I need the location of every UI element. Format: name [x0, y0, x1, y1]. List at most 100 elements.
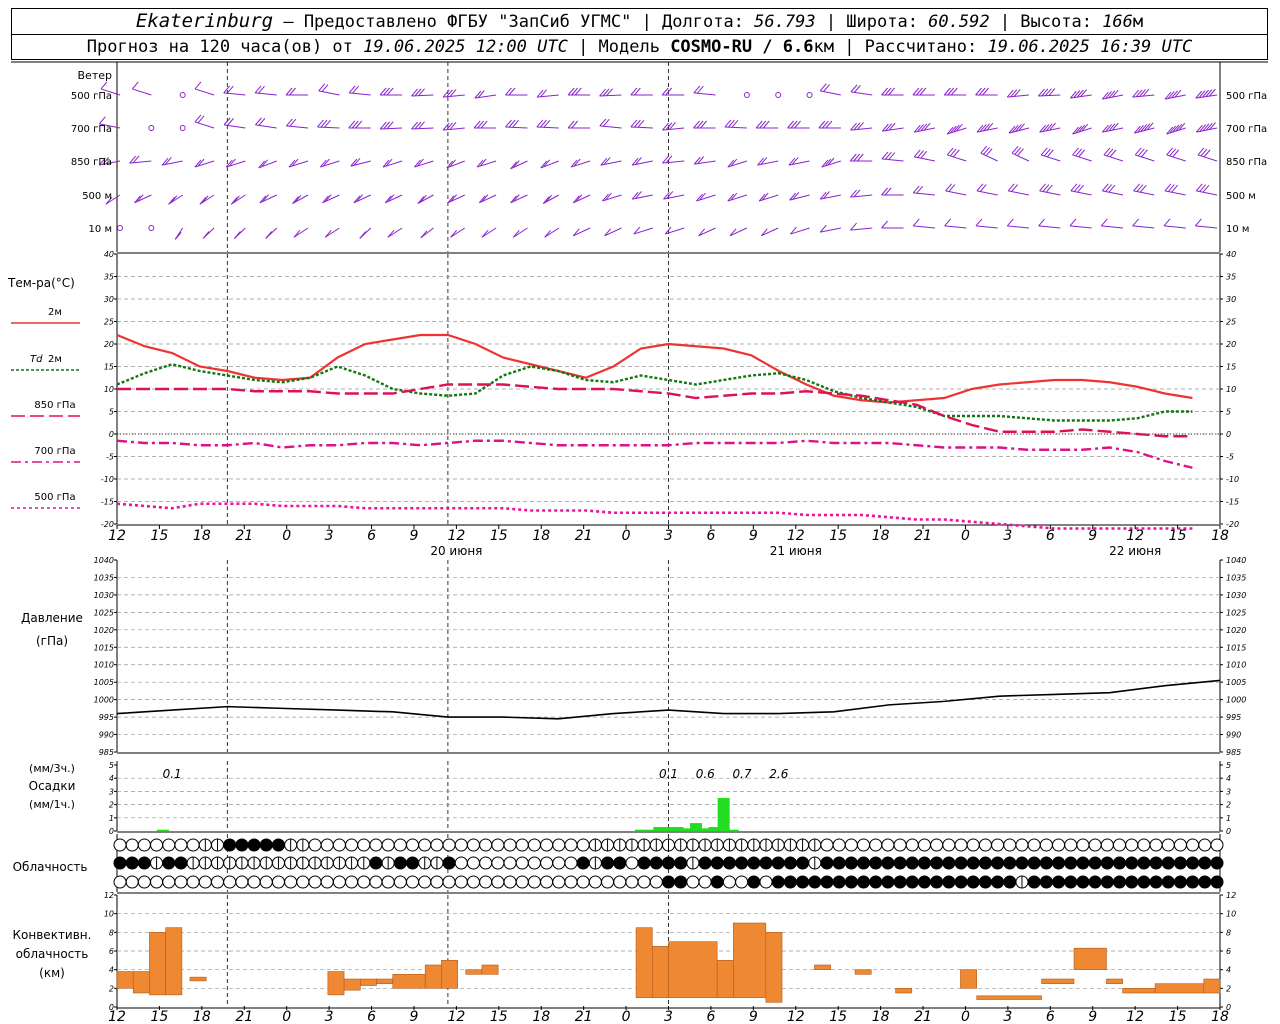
wind-barb-shaft	[385, 194, 403, 204]
wind-barb-shaft	[850, 127, 873, 131]
ytick-label-right: 10	[1226, 385, 1236, 394]
wind-barb-feather	[881, 187, 888, 196]
cloud-cover-marker	[905, 838, 919, 852]
cloud-cover-marker	[381, 875, 395, 889]
xtick-label-bottom: 15	[1169, 1009, 1187, 1024]
cloud-cover-marker	[552, 875, 566, 889]
wind-barb-shaft	[1103, 154, 1124, 162]
wind-barb-feather	[289, 87, 296, 96]
cloud-cover-marker	[1210, 875, 1224, 889]
ytick-label-left: 35	[104, 273, 114, 282]
cloud-cover-marker	[905, 875, 919, 889]
wind-barb-feather	[888, 87, 895, 96]
convective-bar	[651, 946, 669, 998]
ytick-label-right: 2	[1226, 801, 1231, 810]
wind-barb-feather	[853, 122, 861, 131]
wind-barb-shaft	[1196, 190, 1218, 196]
ytick-label-left: 40	[104, 250, 114, 259]
precip-label: 0.1	[659, 767, 678, 781]
pressure-unit: (гПа)	[36, 634, 68, 648]
cloud-cover-marker	[162, 838, 176, 852]
cloud-cover-marker	[1112, 856, 1126, 870]
wind-level-label-left: 850 гПа	[71, 157, 112, 168]
ytick-label-right: 4	[1226, 966, 1231, 975]
wind-calm-marker	[179, 92, 186, 98]
ytick-label-left: 25	[104, 318, 114, 327]
conv-unit: (км)	[39, 966, 65, 980]
xtick-label-temp: 12	[447, 528, 465, 544]
wind-barb-shaft	[1011, 152, 1030, 162]
wind-barb-feather	[1006, 89, 1014, 98]
cloud-cover-marker	[406, 875, 420, 889]
cloud-cover-marker	[296, 875, 310, 889]
cloud-cover-marker	[576, 838, 590, 852]
wind-barb-feather	[473, 120, 481, 129]
date-label: 20 июня	[430, 544, 482, 558]
xtick-label-temp: 6	[1046, 528, 1055, 544]
wind-barb-shaft	[913, 225, 935, 229]
cloud-cover-marker	[259, 875, 273, 889]
cloud-cover-marker	[259, 838, 273, 852]
wind-barb-feather	[975, 87, 982, 96]
cloud-cover-marker	[991, 838, 1005, 852]
ytick-label-right: 1030	[1226, 591, 1246, 600]
ytick-label-left: -20	[101, 520, 114, 529]
ytick-label-left: 15	[104, 363, 114, 372]
legend-label: 850 гПа	[34, 400, 75, 411]
wind-barb-feather	[794, 120, 801, 129]
wind-barb-feather	[1132, 218, 1140, 227]
cloud-cover-marker	[698, 875, 712, 889]
cloud-cover-marker	[406, 856, 420, 870]
cloud-cover-marker	[930, 875, 944, 889]
cloud-cover-marker	[247, 838, 261, 852]
wind-barb-shaft	[724, 126, 747, 129]
cloud-cover-marker	[515, 856, 529, 870]
wind-barb-feather	[359, 231, 367, 239]
wind-barb-feather	[1038, 218, 1045, 227]
xtick-label-temp: 0	[622, 528, 631, 544]
ytick-label-left: 5	[109, 408, 114, 417]
cloud-cover-marker	[503, 856, 517, 870]
convective-bar	[424, 964, 442, 989]
ytick-label-right: 10	[1226, 910, 1236, 919]
wind-barb-shaft	[1197, 154, 1218, 162]
cloud-cover-marker	[1186, 875, 1200, 889]
convective-bar	[733, 922, 767, 998]
cloud-cover-marker	[662, 875, 675, 889]
wind-calm-marker	[179, 125, 186, 131]
cloud-cover-marker	[454, 856, 468, 870]
cloud-cover-marker	[1100, 856, 1114, 870]
convective-bar	[635, 927, 653, 998]
precip-unit-3h: (мм/3ч.)	[29, 762, 75, 775]
wind-barb-feather	[477, 120, 485, 129]
wind-barb-feather	[417, 196, 425, 204]
wind-barb-feather	[414, 121, 422, 130]
cloud-cover-marker	[442, 856, 456, 870]
xtick-label-temp: 6	[367, 528, 376, 544]
cloud-cover-marker	[527, 856, 541, 870]
convective-bar	[960, 969, 977, 989]
wind-barb-shaft	[820, 90, 841, 96]
wind-barb-feather	[348, 120, 356, 129]
wind-barb-shaft	[882, 127, 904, 132]
ytick-label-right: 35	[1226, 273, 1236, 282]
cloud-cover-marker	[783, 875, 797, 889]
cloud-cover-marker	[1198, 838, 1212, 852]
wind-barb-shaft	[481, 227, 497, 238]
cloud-cover-marker	[1076, 856, 1090, 870]
wind-barb-shaft	[573, 227, 591, 237]
cloud-cover-marker	[613, 875, 627, 889]
wind-barb-shaft	[510, 160, 528, 170]
wind-barb-feather	[912, 218, 920, 227]
wind-barb-shaft	[1135, 154, 1155, 162]
cloud-cover-marker	[552, 856, 566, 870]
ytick-label-right: -10	[1226, 475, 1239, 484]
wind-barb-shaft	[1041, 154, 1061, 162]
cloud-cover-marker	[844, 875, 858, 889]
ytick-label-left: 990	[99, 731, 114, 740]
cloud-cover-marker	[308, 875, 322, 889]
cloud-cover-marker	[1027, 838, 1041, 852]
xtick-label-temp: 9	[410, 528, 419, 544]
cloud-cover-marker	[1039, 838, 1053, 852]
cloud-cover-marker	[1210, 838, 1224, 852]
